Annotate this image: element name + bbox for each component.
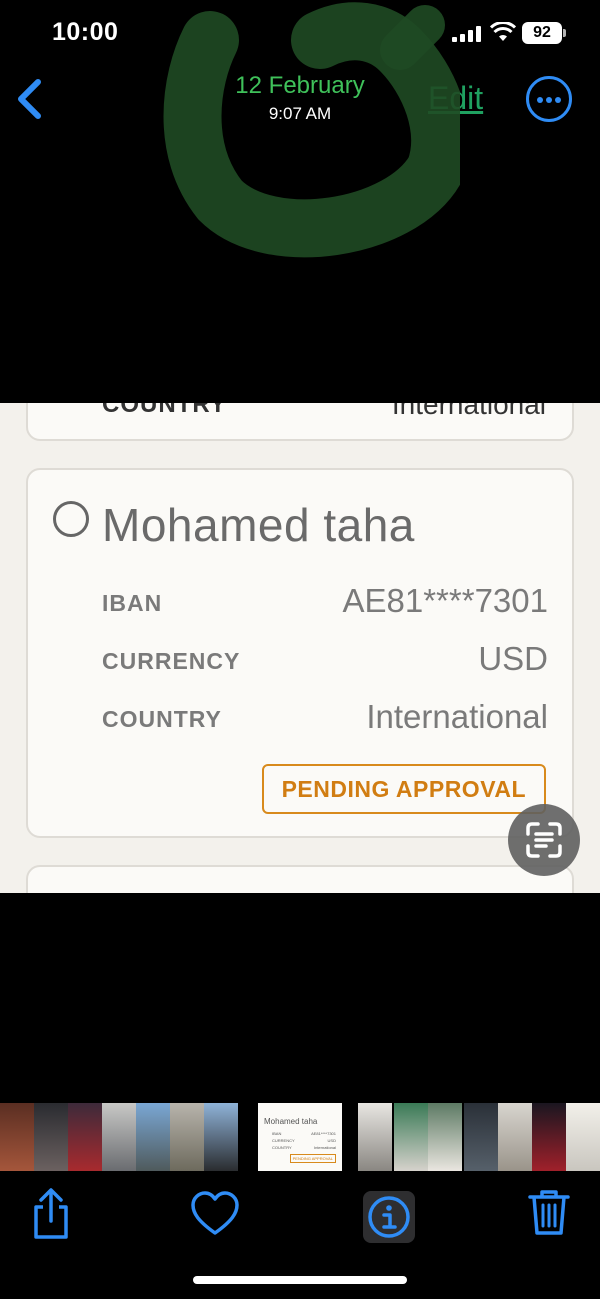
thumbnail[interactable]	[34, 1103, 68, 1171]
thumbnail[interactable]	[566, 1103, 600, 1171]
country-label: COUNTRY	[102, 706, 222, 732]
iban-row: IBAN AE81****7301	[102, 582, 548, 622]
beneficiary-name: Mohamed taha	[102, 499, 415, 551]
thumbnail-strip[interactable]: Mohamed taha IBAN AE81****7301 CURRENCY US…	[0, 1103, 600, 1171]
status-time: 10:00	[52, 18, 119, 46]
live-text-button[interactable]	[508, 804, 580, 876]
more-icon[interactable]	[526, 76, 572, 122]
thumbnail[interactable]	[498, 1103, 532, 1171]
photo-nav-bar: 12 February 9:07 AM Edit	[0, 60, 600, 138]
thumbnail[interactable]	[532, 1103, 566, 1171]
thumbnail[interactable]	[68, 1103, 102, 1171]
edit-button[interactable]: Edit	[428, 80, 483, 117]
radio-unselected-icon	[53, 501, 89, 537]
currency-row: CURRENCY USD	[102, 640, 548, 680]
info-icon[interactable]	[363, 1190, 417, 1244]
country-value: International	[366, 698, 548, 735]
battery-icon: 92	[522, 22, 562, 44]
photo-date: 12 February	[235, 72, 365, 99]
thumbnail-iban-row: IBAN AE81****7301	[272, 1131, 336, 1136]
thumbnail[interactable]	[136, 1103, 170, 1171]
cellular-signal-icon	[452, 26, 482, 42]
live-text-icon	[526, 822, 562, 858]
home-indicator	[193, 1276, 407, 1284]
photo-time: 9:07 AM	[268, 104, 332, 123]
trash-icon[interactable]	[522, 1185, 576, 1239]
thumbnail[interactable]	[0, 1103, 34, 1171]
thumbnail[interactable]	[170, 1103, 204, 1171]
status-badge: PENDING APPROVAL	[261, 764, 546, 814]
thumbnail[interactable]	[358, 1103, 392, 1171]
wifi-icon	[490, 22, 516, 41]
status-bar: 10:00 92	[0, 0, 600, 66]
thumbnail-currency-row: CURRENCY USD	[272, 1138, 336, 1143]
currency-label: CURRENCY	[102, 648, 241, 674]
previous-country-label: COUNTRY	[102, 403, 227, 418]
beneficiary-card: Mohamed taha IBAN AE81****7301 CURRENCY …	[26, 468, 574, 838]
iban-label: IBAN	[102, 590, 163, 616]
previous-beneficiary-card: COUNTRY International	[26, 403, 574, 441]
thumbnail[interactable]	[204, 1103, 238, 1171]
thumbnail-country-row: COUNTRY International	[272, 1145, 336, 1150]
thumbnail[interactable]	[102, 1103, 136, 1171]
thumbnail-status-badge: PENDING APPROVAL	[289, 1154, 336, 1163]
thumbnail[interactable]	[428, 1103, 462, 1171]
thumbnail-current[interactable]: Mohamed taha IBAN AE81****7301 CURRENCY US…	[258, 1103, 342, 1171]
currency-value: USD	[478, 640, 548, 677]
battery-cap	[563, 29, 566, 37]
thumbnail[interactable]	[394, 1103, 428, 1171]
country-row: COUNTRY International	[102, 698, 548, 738]
thumbnail[interactable]	[464, 1103, 498, 1171]
share-icon[interactable]	[24, 1187, 78, 1241]
thumbnail-name: Mohamed taha	[264, 1117, 318, 1126]
iban-value: AE81****7301	[342, 582, 548, 619]
next-beneficiary-card	[26, 865, 574, 893]
previous-country-value: International	[391, 403, 546, 420]
heart-icon[interactable]	[188, 1187, 242, 1241]
